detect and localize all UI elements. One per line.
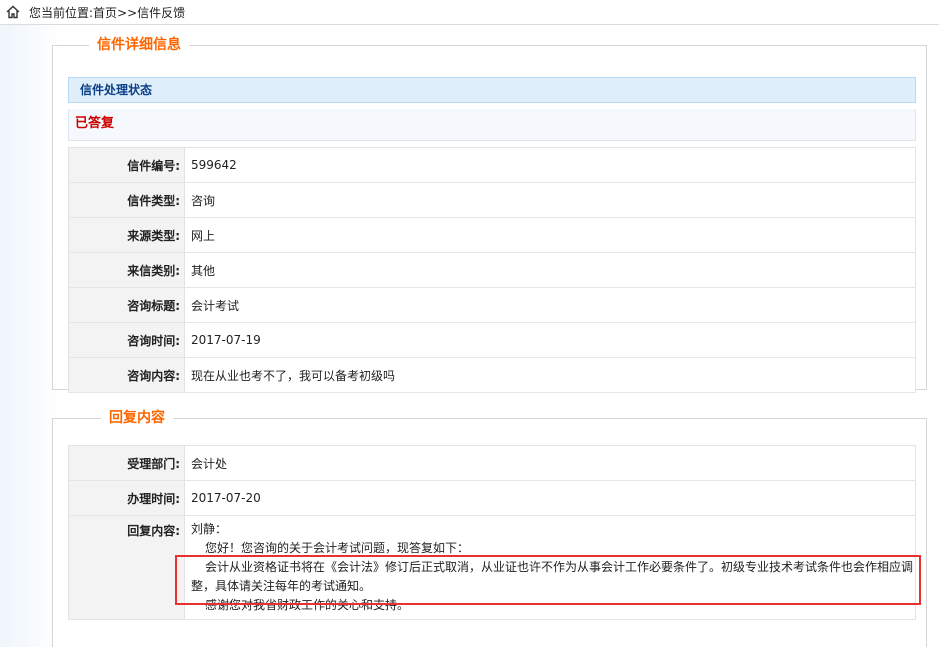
- source-type: 网上: [184, 217, 916, 253]
- breadcrumb-separator: >>: [117, 5, 138, 20]
- breadcrumb-bar: 您当前位置:首页>>信件反馈: [0, 0, 939, 25]
- row-label: 受理部门:: [68, 445, 185, 481]
- table-row: 来信类别: 其他: [68, 252, 916, 288]
- row-label: 信件编号:: [68, 147, 185, 183]
- table-row: 咨询标题: 会计考试: [68, 287, 916, 323]
- status-badge: 已答复: [68, 109, 916, 141]
- handling-time: 2017-07-20: [184, 480, 916, 516]
- detail-legend: 信件详细信息: [89, 35, 189, 55]
- status-section-title: 信件处理状态: [68, 77, 916, 103]
- home-icon[interactable]: [5, 4, 21, 20]
- letter-info-table: 信件编号: 599642 信件类型: 咨询 来源类型: 网上 来信类别: 其他 …: [68, 147, 916, 393]
- row-label: 信件类型:: [68, 182, 185, 218]
- table-row: 信件编号: 599642: [68, 147, 916, 183]
- table-row: 来源类型: 网上: [68, 217, 916, 253]
- reply-legend: 回复内容: [101, 408, 173, 428]
- handling-department: 会计处: [184, 445, 916, 481]
- row-label: 咨询内容:: [68, 357, 185, 393]
- breadcrumb-home-link[interactable]: 首页: [93, 6, 117, 20]
- highlight-box: [175, 555, 921, 605]
- row-label: 咨询标题:: [68, 287, 185, 323]
- reply-panel: 回复内容 受理部门: 会计处 办理时间: 2017-07-20 回复内容: 刘静…: [52, 408, 927, 647]
- table-row: 信件类型: 咨询: [68, 182, 916, 218]
- letter-detail-panel: 信件详细信息 信件处理状态 已答复 信件编号: 599642 信件类型: 咨询 …: [52, 35, 927, 393]
- table-row: 咨询时间: 2017-07-19: [68, 322, 916, 358]
- row-label: 咨询时间:: [68, 322, 185, 358]
- breadcrumb-prefix: 您当前位置:: [29, 5, 94, 20]
- inquiry-time: 2017-07-19: [184, 322, 916, 358]
- row-label: 回复内容:: [68, 515, 185, 620]
- inquiry-content: 现在从业也考不了，我可以备考初级吗: [184, 357, 916, 393]
- table-row: 受理部门: 会计处: [68, 445, 916, 481]
- letter-type: 咨询: [184, 182, 916, 218]
- inquiry-title: 会计考试: [184, 287, 916, 323]
- table-row: 办理时间: 2017-07-20: [68, 480, 916, 516]
- side-gradient: [0, 25, 60, 647]
- breadcrumb-current: 信件反馈: [137, 5, 186, 20]
- table-row: 咨询内容: 现在从业也考不了，我可以备考初级吗: [68, 357, 916, 393]
- letter-category: 其他: [184, 252, 916, 288]
- row-label: 办理时间:: [68, 480, 185, 516]
- row-label: 来源类型:: [68, 217, 185, 253]
- letter-number: 599642: [184, 147, 916, 183]
- reply-greeting: 刘静：: [191, 522, 228, 536]
- breadcrumb: 您当前位置:首页>>信件反馈: [29, 4, 185, 21]
- row-label: 来信类别:: [68, 252, 185, 288]
